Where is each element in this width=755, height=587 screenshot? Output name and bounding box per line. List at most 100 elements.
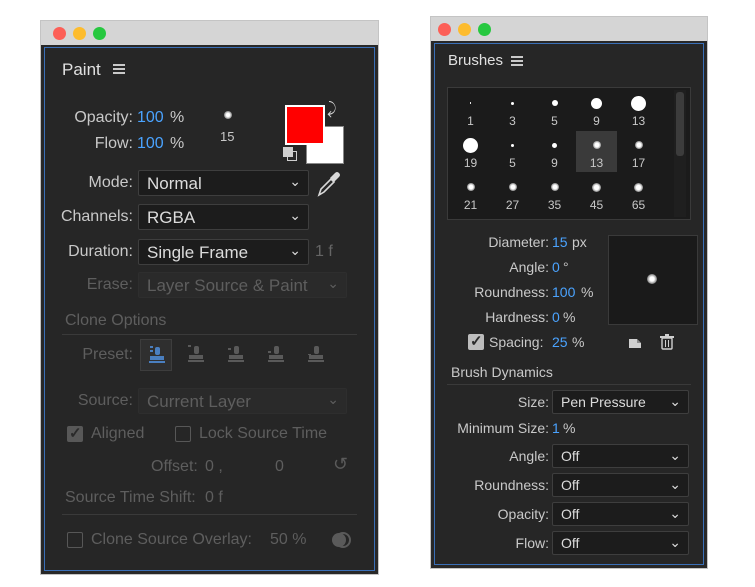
brush-tip-13[interactable]: 35 [534,173,575,214]
brush-tip-dot [631,95,646,111]
minimum-size-value[interactable]: 1 [552,420,560,436]
clone-preset-3[interactable] [220,339,252,371]
brush-tip-10[interactable]: 17 [618,131,659,172]
foreground-color-swatch[interactable] [285,105,325,145]
dynamics-flow-dropdown[interactable]: Off ⌄ [552,531,689,555]
brush-tip-size-label: 9 [551,156,558,170]
overlay-difference-icon[interactable] [331,530,351,550]
preset-label: Preset: [82,346,133,363]
dynamics-angle-dropdown[interactable]: Off ⌄ [552,444,689,468]
brush-tip-1[interactable]: 1 [450,89,491,130]
reset-offset-icon[interactable]: ↺ [333,454,348,475]
minimize-window-button[interactable] [458,23,471,36]
clone-source-overlay-value[interactable]: 50 % [270,531,306,549]
hardness-value[interactable]: 0 [552,309,560,325]
brush-tip-5[interactable]: 13 [618,89,659,130]
spacing-checkbox[interactable] [468,332,484,350]
minimize-window-button[interactable] [73,27,86,40]
source-time-shift-value[interactable]: 0 f [205,489,223,507]
brush-tip-size-label: 13 [589,156,604,170]
channels-dropdown[interactable]: RGBA ⌄ [138,204,309,230]
panel-menu-icon[interactable] [113,64,125,74]
clone-source-overlay-checkbox[interactable] [67,532,83,548]
clone-preset-4[interactable] [260,339,292,371]
brush-tip-dot [592,182,601,192]
offset-label: Offset: [151,458,198,475]
source-time-shift-label: Source Time Shift: [65,489,196,506]
zoom-window-button[interactable] [93,27,106,40]
close-window-button[interactable] [53,27,66,40]
dynamics-roundness-dropdown[interactable]: Off ⌄ [552,473,689,497]
clone-options-heading: Clone Options [65,312,167,329]
scrollbar-track[interactable] [674,90,686,217]
brush-tip-6[interactable]: 19 [450,131,491,172]
mode-value: Normal [147,174,202,193]
brush-tip-dot [551,100,558,106]
size-dropdown[interactable]: Pen Pressure ⌄ [552,390,689,414]
brush-tip-dot [511,101,514,105]
angle-label: Angle: [509,259,549,275]
clone-preset-1[interactable] [140,339,172,371]
brush-tip-12[interactable]: 27 [492,173,533,214]
panel-title: Brushes [448,52,504,69]
duration-dropdown[interactable]: Single Frame ⌄ [138,239,309,265]
brush-tip-dot [591,97,602,109]
opacity-value[interactable]: 100 [137,109,164,127]
brushes-panel: Brushes 1 3 5 9 13 19 5 9 13 17 21 27 35 45 65 Diamete… [434,43,704,565]
default-colors-icon[interactable] [283,147,297,161]
eyedropper-icon[interactable] [315,169,341,197]
size-value: Pen Pressure [561,394,646,410]
lock-source-time-checkbox[interactable] [175,426,191,442]
brush-tip-dot [469,102,472,104]
brush-preview-box [608,235,698,325]
brush-tip-4[interactable]: 9 [576,89,617,130]
brush-tip-15[interactable]: 65 [618,173,659,214]
aligned-label: Aligned [91,425,145,442]
paint-panel: Paint Opacity: 100 % Flow: 100 % 15 ⤸ Mo… [44,47,375,571]
angle-value[interactable]: 0 [552,259,560,275]
paint-titlebar[interactable] [41,21,378,45]
brush-tip-8[interactable]: 9 [534,131,575,172]
trash-icon[interactable] [659,334,675,350]
brush-tip-11[interactable]: 21 [450,173,491,214]
aligned-checkbox[interactable] [67,424,83,442]
offset-y-value[interactable]: 0 [275,458,284,476]
divider [62,514,357,515]
dynamics-flow-label: Flow: [515,535,549,551]
flow-value[interactable]: 100 [137,135,164,153]
source-dropdown[interactable]: Current Layer ⌄ [138,388,347,414]
brushes-titlebar[interactable] [431,17,707,41]
brush-tip-size-label: 35 [547,198,562,212]
scrollbar-thumb[interactable] [676,92,684,156]
close-window-button[interactable] [438,23,451,36]
duration-frames[interactable]: 1 f [315,243,333,261]
brush-tip-2[interactable]: 3 [492,89,533,130]
clone-preset-2[interactable] [180,339,212,371]
zoom-window-button[interactable] [478,23,491,36]
offset-x-value[interactable]: 0 , [205,458,223,476]
hardness-unit: % [563,309,576,325]
swap-colors-icon[interactable]: ⤸ [327,101,337,119]
mode-dropdown[interactable]: Normal ⌄ [138,170,309,196]
spacing-value[interactable]: 25 [552,334,568,350]
brush-tip-dot [634,141,643,149]
clone-source-overlay-label: Clone Source Overlay: [91,531,252,548]
brush-preview-dot[interactable] [224,111,232,119]
panel-title: Paint [62,60,101,79]
brush-tip-3[interactable]: 5 [534,89,575,130]
channels-value: RGBA [147,208,196,227]
dynamics-opacity-dropdown[interactable]: Off ⌄ [552,502,689,526]
brush-tip-7[interactable]: 5 [492,131,533,172]
clone-preset-5[interactable] [300,339,332,371]
diameter-value[interactable]: 15 [552,234,568,250]
roundness-value[interactable]: 100 [552,284,575,300]
chevron-down-icon: ⌄ [289,207,301,223]
chevron-down-icon: ⌄ [669,505,681,521]
divider [447,384,691,385]
panel-menu-icon[interactable] [511,56,523,66]
brush-tip-size-label: 1 [467,114,474,128]
brush-tip-9[interactable]: 13 [576,131,617,172]
brush-tip-14[interactable]: 45 [576,173,617,214]
new-brush-icon[interactable] [628,335,642,349]
erase-dropdown[interactable]: Layer Source & Paint ⌄ [138,272,347,298]
